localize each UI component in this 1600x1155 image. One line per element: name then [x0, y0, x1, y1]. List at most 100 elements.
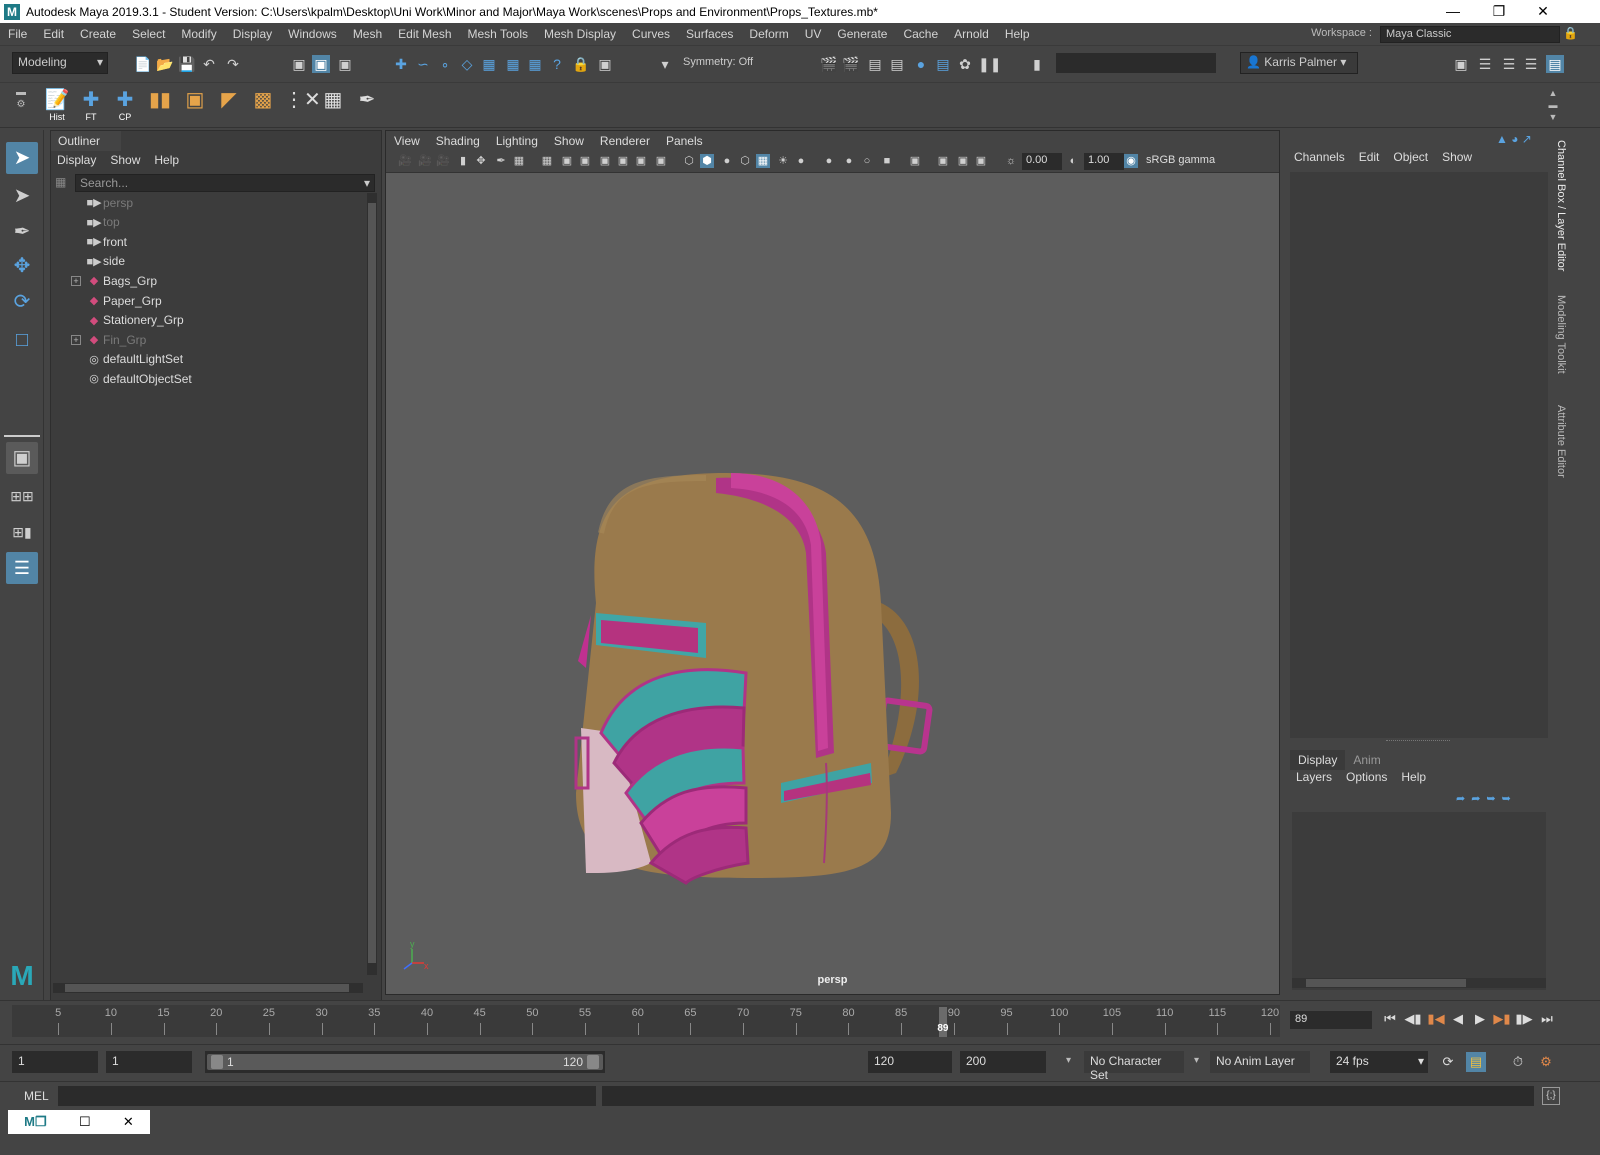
viewport-menu-lighting[interactable]: Lighting	[488, 131, 546, 151]
anim-layer-select[interactable]: No Anim Layer	[1210, 1051, 1310, 1073]
viewport-panel[interactable]: View Shading Lighting Show Renderer Pane…	[385, 130, 1280, 995]
shelf-history-button[interactable]: 📝 Hist	[42, 88, 72, 124]
tab-display[interactable]: Display	[1290, 750, 1346, 770]
snap-edge-icon[interactable]: ▦	[526, 55, 544, 73]
safe-action-icon[interactable]: ▣	[634, 154, 648, 168]
lock-selection-icon[interactable]: 🔒	[572, 55, 590, 73]
select-hierarchy-icon[interactable]: ▣	[290, 55, 308, 73]
backpack-model[interactable]	[574, 473, 933, 885]
chevron-down-icon[interactable]: ▾	[1066, 1055, 1071, 1066]
single-view-layout-icon[interactable]: ▣	[6, 442, 38, 474]
motion-blur-icon[interactable]: ●	[842, 154, 856, 168]
grease-pencil-icon[interactable]: ✒	[494, 154, 508, 168]
color-management-icon[interactable]: ◉	[1124, 154, 1138, 168]
move-tool-icon[interactable]: ✥	[6, 250, 38, 282]
screen-space-ao-icon[interactable]: ●	[822, 154, 836, 168]
modeling-toolkit-icon[interactable]: ▣	[1452, 55, 1470, 73]
go-to-end-icon[interactable]: ⏭	[1537, 1009, 1557, 1029]
menu-help[interactable]: Help	[997, 27, 1038, 41]
outliner-menu-display[interactable]: Display	[57, 153, 96, 167]
default-material-icon[interactable]: ●	[720, 154, 734, 168]
range-slider[interactable]: 1 120	[205, 1051, 605, 1073]
open-scene-icon[interactable]: 📂	[156, 55, 174, 73]
safe-title-icon[interactable]: ▣	[654, 154, 668, 168]
render-settings-icon[interactable]: ▤	[888, 55, 906, 73]
layer-menu-layers[interactable]: Layers	[1296, 770, 1332, 784]
menu-display[interactable]: Display	[225, 27, 280, 41]
snap-projected-icon[interactable]: ▦	[504, 55, 522, 73]
colorspace-field[interactable]: sRGB gamma	[1142, 153, 1276, 170]
shelf-paint-button[interactable]: ✒	[352, 88, 382, 124]
range-start-handle[interactable]	[211, 1055, 223, 1069]
xray-icon[interactable]: ▣	[936, 154, 950, 168]
shelf-settings-icon[interactable]: ▬ ⚙	[14, 87, 28, 125]
tab-anim[interactable]: Anim	[1345, 750, 1388, 770]
layer-menu-help[interactable]: Help	[1401, 770, 1426, 784]
restore-icon[interactable]: ☐	[79, 1114, 91, 1130]
current-frame-field[interactable]: 89	[1290, 1011, 1372, 1029]
shelf-bevel-button[interactable]: ◤	[214, 88, 244, 124]
channel-box-menu-object[interactable]: Object	[1393, 150, 1428, 164]
smooth-shade-icon[interactable]: ⬢	[700, 154, 714, 168]
help-icon[interactable]: ?	[548, 55, 566, 73]
viewport-menu-view[interactable]: View	[386, 131, 428, 151]
menu-windows[interactable]: Windows	[280, 27, 345, 41]
outliner-item[interactable]: ■▶ persp	[51, 193, 361, 212]
outliner-item[interactable]: + ◆ Fin_Grp	[51, 330, 361, 349]
attribute-editor-icon[interactable]: ☰	[1476, 55, 1494, 73]
animation-preferences-icon[interactable]: ⏱	[1508, 1052, 1528, 1072]
outliner-item[interactable]: ◎ defaultObjectSet	[51, 369, 361, 388]
make-live-icon[interactable]: ▦	[480, 55, 498, 73]
select-component-icon[interactable]: ▣	[336, 55, 354, 73]
redo-icon[interactable]: ↷	[224, 55, 242, 73]
snap-view-plane-icon[interactable]: ◇	[458, 55, 476, 73]
anti-aliasing-icon[interactable]: ○	[860, 154, 874, 168]
scene-canvas[interactable]: y x	[386, 173, 1279, 993]
undo-icon[interactable]: ↶	[200, 55, 218, 73]
gate-mask-icon[interactable]: ▣	[598, 154, 612, 168]
new-scene-icon[interactable]: 📄	[134, 55, 152, 73]
input-line-field[interactable]	[1056, 53, 1216, 73]
wireframe-on-shaded-icon[interactable]: ⬡	[738, 154, 752, 168]
maya-app-icon[interactable]: M❐	[24, 1114, 46, 1130]
input-line-icon[interactable]: ▮	[1028, 55, 1046, 73]
menu-mesh[interactable]: Mesh	[345, 27, 390, 41]
shadows-icon[interactable]: ●	[794, 154, 808, 168]
channel-box-header-icons[interactable]: ▲ ◕ ↗	[1496, 132, 1552, 148]
menu-mesh-tools[interactable]: Mesh Tools	[460, 27, 536, 41]
textured-icon[interactable]: ▦	[756, 154, 770, 168]
scroll-thumb[interactable]	[368, 203, 376, 963]
field-chart-icon[interactable]: ▣	[616, 154, 630, 168]
outliner-search-input[interactable]: Search... ▾	[75, 174, 375, 192]
menu-surfaces[interactable]: Surfaces	[678, 27, 741, 41]
image-plane-icon[interactable]: ▮	[456, 154, 470, 168]
lock-icon[interactable]: 🔒	[1563, 26, 1578, 42]
ipr-render-icon[interactable]: ▤	[866, 55, 884, 73]
gamma-icon[interactable]: ◐	[1066, 154, 1080, 168]
menuset-select[interactable]: Modeling ▾	[12, 52, 108, 74]
film-gate-icon[interactable]: ▣	[560, 154, 574, 168]
outliner-item[interactable]: ■▶ side	[51, 252, 361, 271]
isolate-select-icon[interactable]: ▣	[908, 154, 922, 168]
four-view-layout-icon[interactable]: ⊞⊞	[6, 480, 38, 512]
side-tab-channel-box[interactable]: Channel Box / Layer Editor	[1551, 140, 1567, 271]
scroll-thumb[interactable]	[65, 984, 349, 992]
symmetry-select[interactable]: Symmetry: Off	[678, 54, 772, 73]
grid-icon[interactable]: ▦	[540, 154, 554, 168]
pause-render-icon[interactable]: ❚❚	[978, 55, 1001, 73]
outliner-menu-help[interactable]: Help	[154, 153, 179, 167]
render-view-icon[interactable]: 🎬	[820, 55, 838, 73]
shelf-freeze-transform-button[interactable]: ✚ FT	[76, 88, 106, 124]
expand-icon[interactable]: +	[71, 275, 81, 286]
outliner-vertical-scrollbar[interactable]	[367, 193, 377, 975]
menu-file[interactable]: File	[0, 27, 35, 41]
outliner-item[interactable]: ■▶ top	[51, 213, 361, 232]
outliner-layout-icon[interactable]: ☰	[6, 552, 38, 584]
outliner-item[interactable]: ■▶ front	[51, 232, 361, 251]
menu-mesh-display[interactable]: Mesh Display	[536, 27, 624, 41]
character-set-select[interactable]: No Character Set	[1084, 1051, 1184, 1082]
step-back-key-icon[interactable]: ▮◀	[1426, 1009, 1446, 1029]
depth-of-field-icon[interactable]: ■	[880, 154, 894, 168]
mel-label[interactable]: MEL	[24, 1089, 49, 1103]
user-account-button[interactable]: 👤 Karris Palmer ▾	[1240, 52, 1358, 74]
